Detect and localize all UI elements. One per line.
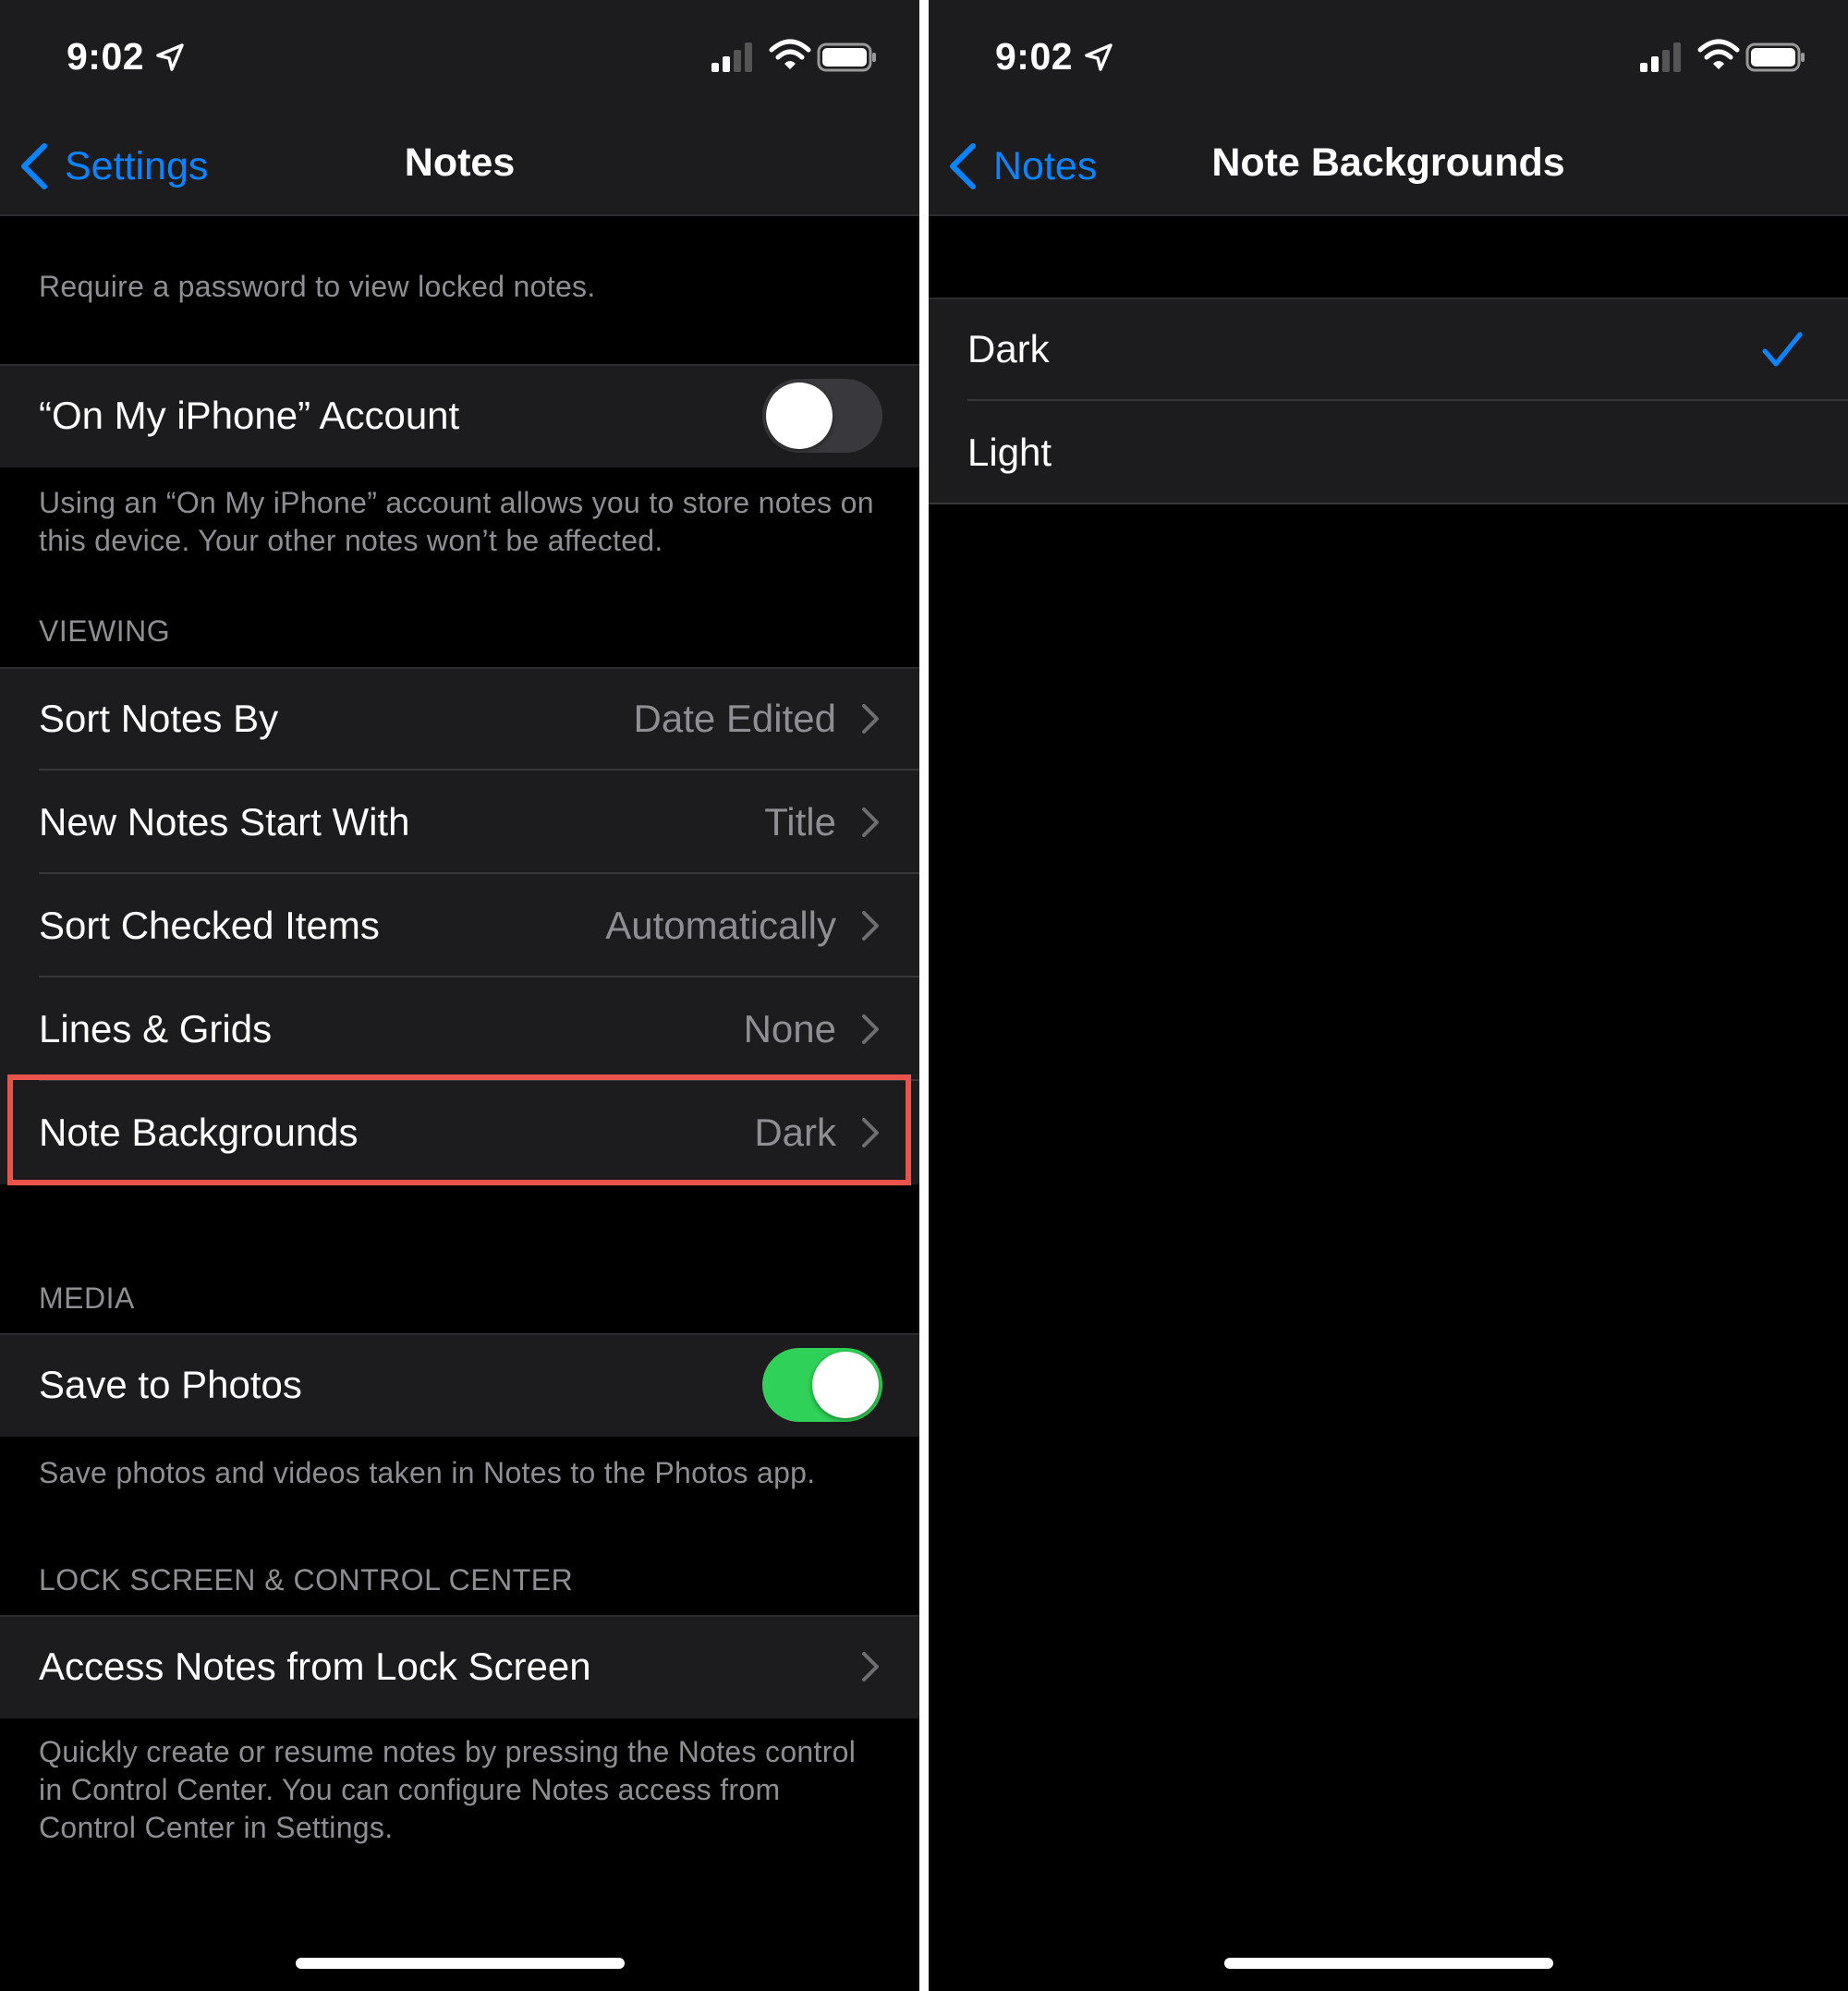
battery-icon: [817, 42, 876, 72]
note-backgrounds-screen: 9:02 Notes Note Backgrounds Dark Light: [929, 0, 1848, 1991]
row-label: Lines & Grids: [39, 1007, 273, 1050]
row-label: New Notes Start With: [39, 800, 410, 844]
page-title: Notes: [404, 140, 516, 185]
location-arrow-icon: [156, 43, 184, 71]
row-label: Access Notes from Lock Screen: [39, 1645, 591, 1688]
status-time: 9:02: [67, 35, 145, 78]
sort-notes-by-row[interactable]: Sort Notes By Date Edited: [0, 667, 919, 771]
row-divider: [929, 297, 1848, 299]
home-indicator[interactable]: [295, 1958, 625, 1969]
toggle-knob: [766, 382, 833, 449]
chevron-right-icon: [862, 911, 879, 941]
wifi-icon: [1697, 39, 1740, 69]
password-footer: Require a password to view locked notes.: [39, 270, 596, 303]
location-arrow-icon: [1085, 43, 1112, 71]
highlight-box: [7, 1074, 911, 1185]
row-label: Sort Notes By: [39, 697, 279, 740]
media-header: MEDIA: [39, 1281, 135, 1315]
cellular-signal-icon: [1640, 42, 1681, 72]
option-label: Light: [967, 431, 1052, 474]
on-my-iphone-toggle[interactable]: [762, 379, 882, 453]
lock-screen-footer: Quickly create or resume notes by pressi…: [39, 1735, 857, 1844]
chevron-right-icon: [862, 1652, 879, 1681]
status-time: 9:02: [995, 35, 1074, 78]
row-value: Date Edited: [633, 697, 836, 740]
status-bar: 9:02: [0, 0, 919, 118]
chevron-right-icon: [862, 704, 879, 734]
home-indicator[interactable]: [1223, 1958, 1553, 1969]
on-my-iphone-label: “On My iPhone” Account: [39, 394, 460, 437]
navigation-bar: Settings Notes: [0, 118, 919, 216]
save-to-photos-label: Save to Photos: [39, 1363, 302, 1406]
access-notes-lock-screen-row[interactable]: Access Notes from Lock Screen: [0, 1615, 919, 1718]
row-value: None: [743, 1007, 836, 1050]
wifi-icon: [769, 39, 811, 69]
chevron-right-icon: [862, 807, 879, 837]
media-footer: Save photos and videos taken in Notes to…: [39, 1456, 816, 1489]
row-separator: [929, 503, 1848, 504]
battery-icon: [1745, 42, 1805, 72]
page-title: Note Backgrounds: [1211, 140, 1565, 185]
row-value: Title: [764, 800, 836, 844]
notes-settings-screen: 9:02 Settings Notes Require a password t…: [0, 0, 919, 1991]
option-dark-row[interactable]: Dark: [929, 297, 1848, 401]
chevron-right-icon: [862, 1014, 879, 1044]
lock-screen-header: LOCK SCREEN & CONTROL CENTER: [39, 1563, 574, 1596]
on-my-iphone-footer: Using an “On My iPhone” account allows y…: [39, 486, 874, 557]
option-label: Dark: [967, 327, 1050, 370]
viewing-header: VIEWING: [39, 614, 171, 648]
option-light-row[interactable]: Light: [929, 401, 1848, 504]
lines-and-grids-row[interactable]: Lines & Grids None: [0, 977, 919, 1081]
row-value: Automatically: [605, 904, 836, 947]
status-bar: 9:02: [929, 0, 1848, 118]
new-notes-start-with-row[interactable]: New Notes Start With Title: [0, 771, 919, 874]
checkmark-icon: [1762, 332, 1803, 367]
toggle-knob: [812, 1352, 879, 1418]
sort-checked-items-row[interactable]: Sort Checked Items Automatically: [0, 874, 919, 977]
navigation-bar: Notes Note Backgrounds: [929, 118, 1848, 216]
row-label: Sort Checked Items: [39, 904, 380, 947]
cellular-signal-icon: [711, 42, 752, 72]
on-my-iphone-row: “On My iPhone” Account: [0, 364, 919, 467]
save-to-photos-row: Save to Photos: [0, 1333, 919, 1437]
save-to-photos-toggle[interactable]: [762, 1348, 882, 1422]
